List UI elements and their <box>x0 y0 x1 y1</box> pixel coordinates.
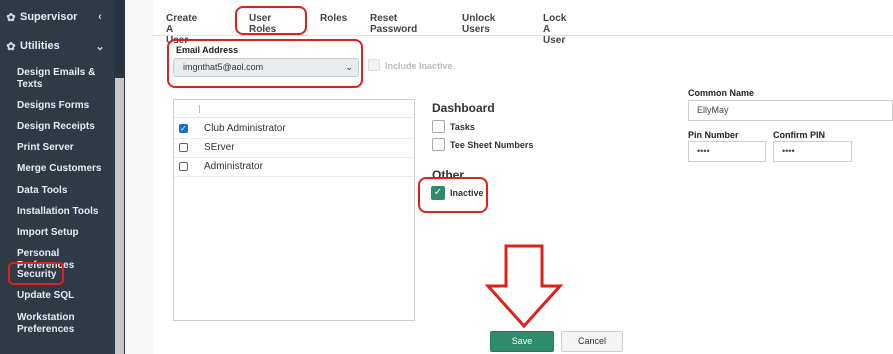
chevron-left-icon: ‹ <box>98 11 102 23</box>
role-label: Administrator <box>204 161 263 172</box>
user-roles-highlight-annotation <box>235 6 307 35</box>
security-highlight-annotation <box>8 262 64 285</box>
common-name-input[interactable]: EllyMay <box>688 100 893 121</box>
role-label: Club Administrator <box>204 123 286 134</box>
cancel-button[interactable]: Cancel <box>561 331 623 352</box>
common-name-label: Common Name <box>688 88 755 98</box>
role-label: SErver <box>204 142 235 153</box>
sidebar-section-label: Utilities <box>20 40 60 52</box>
pin-number-label: Pin Number <box>688 130 739 140</box>
sidebar-item-workstation-preferences[interactable]: Workstation Preferences <box>17 312 112 336</box>
save-button[interactable]: Save <box>490 331 554 352</box>
role-checkbox-server[interactable] <box>179 143 188 152</box>
sidebar-item-installation-tools[interactable]: Installation Tools <box>17 206 112 218</box>
include-inactive-label: Include Inactive <box>385 61 453 71</box>
sidebar-item-designs-forms[interactable]: Designs Forms <box>17 100 112 112</box>
chevron-down-icon: ⌄ <box>95 40 105 53</box>
gear-icon: ✿ <box>6 40 16 53</box>
down-arrow-annotation-icon <box>484 244 564 328</box>
email-address-value: imgnthat5@aol.com <box>183 62 264 72</box>
dashboard-heading: Dashboard <box>432 101 495 115</box>
sidebar-scrollbar[interactable] <box>114 0 125 354</box>
include-inactive-checkbox[interactable] <box>368 59 380 71</box>
email-address-label: Email Address <box>176 45 239 55</box>
pin-number-input[interactable]: •••• <box>688 141 766 162</box>
tab-unlock-users[interactable]: Unlock Users <box>462 13 495 35</box>
column-separator <box>199 105 200 113</box>
sidebar-section-supervisor[interactable]: ✿ Supervisor ‹ <box>0 4 114 30</box>
tab-reset-password[interactable]: Reset Password <box>370 13 417 35</box>
confirm-pin-label: Confirm PIN <box>773 130 826 140</box>
tee-sheet-numbers-label: Tee Sheet Numbers <box>450 140 534 150</box>
confirm-pin-input[interactable]: •••• <box>773 141 852 162</box>
sidebar-item-merge-customers[interactable]: Merge Customers <box>17 163 112 175</box>
inactive-checkbox[interactable]: ✓ <box>431 186 445 200</box>
tasks-checkbox[interactable] <box>432 120 445 133</box>
tasks-label: Tasks <box>450 122 475 132</box>
inactive-label: Inactive <box>450 188 484 198</box>
email-address-select[interactable]: imgnthat5@aol.com ⌄ <box>173 58 359 77</box>
content-gutter <box>125 0 153 354</box>
roles-list-header <box>174 100 414 118</box>
roles-list: ✓ Club Administrator SErver Administrato… <box>173 99 415 321</box>
gear-icon: ✿ <box>6 11 16 24</box>
sidebar: ✿ Supervisor ‹ ✿ Utilities ⌄ Design Emai… <box>0 0 114 354</box>
tab-divider <box>153 35 893 36</box>
sidebar-item-import-setup[interactable]: Import Setup <box>17 227 112 239</box>
role-row[interactable]: Administrator <box>174 158 414 177</box>
role-row[interactable]: ✓ Club Administrator <box>174 120 414 139</box>
sidebar-item-data-tools[interactable]: Data Tools <box>17 185 112 197</box>
tab-roles[interactable]: Roles <box>320 13 347 24</box>
tab-lock-a-user[interactable]: Lock A User <box>543 13 566 46</box>
sidebar-item-design-receipts[interactable]: Design Receipts <box>17 121 112 133</box>
sidebar-section-utilities[interactable]: ✿ Utilities ⌄ <box>0 33 114 59</box>
sidebar-section-label: Supervisor <box>20 11 78 23</box>
scrollbar-thumb[interactable] <box>115 78 124 354</box>
chevron-down-icon: ⌄ <box>345 62 353 72</box>
sidebar-item-print-server[interactable]: Print Server <box>17 142 112 154</box>
role-checkbox-club-administrator[interactable]: ✓ <box>179 124 188 133</box>
role-checkbox-administrator[interactable] <box>179 162 188 171</box>
role-row[interactable]: SErver <box>174 139 414 158</box>
tee-sheet-numbers-checkbox[interactable] <box>432 138 445 151</box>
sidebar-item-update-sql[interactable]: Update SQL <box>17 290 112 302</box>
sidebar-item-design-emails[interactable]: Design Emails & Texts <box>17 67 112 91</box>
